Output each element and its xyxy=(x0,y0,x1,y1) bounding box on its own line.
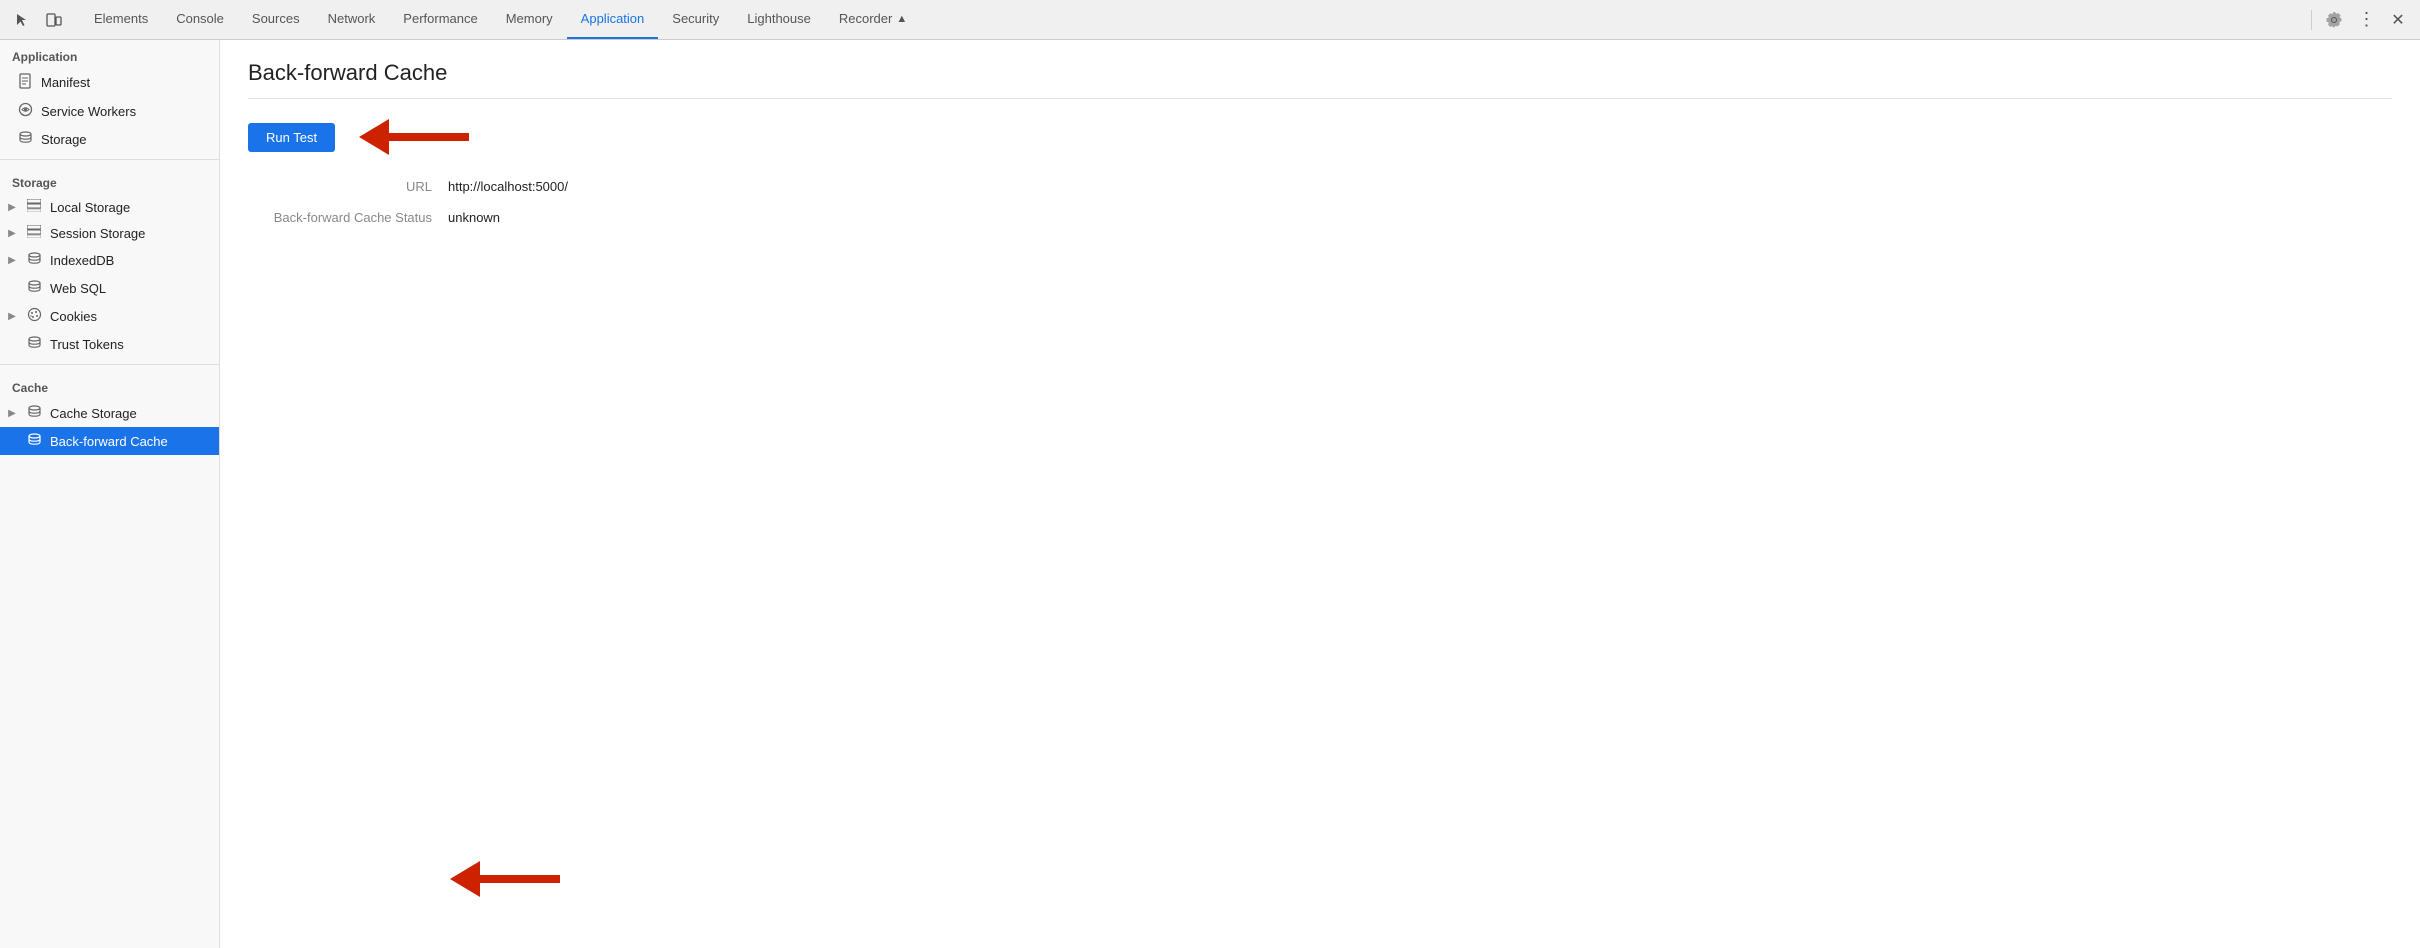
sidebar-item-indexeddb-label: IndexedDB xyxy=(50,253,114,268)
tab-memory[interactable]: Memory xyxy=(492,0,567,39)
ellipsis-icon: ⋮ xyxy=(2358,9,2375,30)
sidebar-item-indexeddb[interactable]: ▶ IndexedDB xyxy=(0,246,219,274)
sidebar-item-storage-app[interactable]: Storage xyxy=(0,125,219,153)
device-toolbar-button[interactable] xyxy=(40,6,68,34)
gear-icon xyxy=(2326,12,2342,28)
cache-storage-arrow: ▶ xyxy=(6,408,18,419)
sidebar-item-back-forward-cache[interactable]: ▶ Back-forward Cache xyxy=(0,427,219,455)
page-title: Back-forward Cache xyxy=(248,60,2392,86)
tab-elements[interactable]: Elements xyxy=(80,0,162,39)
local-storage-icon xyxy=(25,199,43,215)
sidebar: Application Manifest Service Workers Sto… xyxy=(0,40,220,948)
sidebar-section-application: Application xyxy=(0,40,219,68)
url-value: http://localhost:5000/ xyxy=(448,179,568,194)
back-forward-cache-arrow xyxy=(450,861,580,897)
close-button[interactable]: ✕ xyxy=(2384,6,2412,34)
trust-tokens-icon xyxy=(25,335,43,353)
tab-security[interactable]: Security xyxy=(658,0,733,39)
sidebar-item-trust-tokens[interactable]: ▶ Trust Tokens xyxy=(0,330,219,358)
cookies-icon xyxy=(25,307,43,325)
sidebar-item-session-storage[interactable]: ▶ Session Storage xyxy=(0,220,219,246)
status-row: Back-forward Cache Status unknown xyxy=(248,210,2392,225)
sidebar-item-web-sql-label: Web SQL xyxy=(50,281,106,296)
toolbar-divider xyxy=(2311,10,2312,30)
manifest-icon xyxy=(16,73,34,92)
status-value: unknown xyxy=(448,210,500,225)
device-icon xyxy=(46,12,62,28)
recorder-icon: ▲ xyxy=(896,13,907,25)
indexeddb-arrow: ▶ xyxy=(6,255,18,266)
sidebar-item-storage-label: Storage xyxy=(41,132,87,147)
session-storage-arrow: ▶ xyxy=(6,228,18,239)
settings-button[interactable] xyxy=(2320,6,2348,34)
tab-sources[interactable]: Sources xyxy=(238,0,314,39)
sidebar-item-service-workers-label: Service Workers xyxy=(41,104,136,119)
sidebar-item-local-storage[interactable]: ▶ Local Storage xyxy=(0,194,219,220)
sidebar-item-session-storage-label: Session Storage xyxy=(50,226,145,241)
sidebar-section-cache: Cache xyxy=(0,371,219,399)
toolbar-left-icons xyxy=(8,6,68,34)
run-test-row: Run Test xyxy=(248,119,2392,155)
sidebar-item-local-storage-label: Local Storage xyxy=(50,200,130,215)
cache-storage-icon xyxy=(25,404,43,422)
session-storage-icon xyxy=(25,225,43,241)
back-forward-cache-icon xyxy=(25,432,43,450)
service-workers-icon xyxy=(16,102,34,120)
local-storage-arrow: ▶ xyxy=(6,202,18,213)
tab-console[interactable]: Console xyxy=(162,0,238,39)
sidebar-item-trust-tokens-label: Trust Tokens xyxy=(50,337,124,352)
url-label: URL xyxy=(248,179,448,194)
tab-lighthouse[interactable]: Lighthouse xyxy=(733,0,825,39)
sidebar-item-cookies[interactable]: ▶ Cookies xyxy=(0,302,219,330)
bottom-arrow-container xyxy=(450,861,580,900)
web-sql-icon xyxy=(25,279,43,297)
tab-list: Elements Console Sources Network Perform… xyxy=(80,0,2299,39)
sidebar-item-service-workers[interactable]: Service Workers xyxy=(0,97,219,125)
sidebar-item-manifest[interactable]: Manifest xyxy=(0,68,219,97)
cursor-icon xyxy=(14,12,30,28)
url-row: URL http://localhost:5000/ xyxy=(248,179,2392,194)
main-layout: Application Manifest Service Workers Sto… xyxy=(0,40,2420,948)
tab-performance[interactable]: Performance xyxy=(389,0,491,39)
content-divider xyxy=(248,98,2392,99)
toolbar: Elements Console Sources Network Perform… xyxy=(0,0,2420,40)
tab-recorder[interactable]: Recorder ▲ xyxy=(825,0,921,39)
cursor-icon-button[interactable] xyxy=(8,6,36,34)
run-test-arrow xyxy=(359,119,489,155)
sidebar-item-manifest-label: Manifest xyxy=(41,75,90,90)
sidebar-section-storage: Storage xyxy=(0,166,219,194)
status-label: Back-forward Cache Status xyxy=(248,210,448,225)
tab-network[interactable]: Network xyxy=(314,0,390,39)
indexeddb-icon xyxy=(25,251,43,269)
sidebar-item-cache-storage-label: Cache Storage xyxy=(50,406,137,421)
content-inner: Back-forward Cache Run Test URL http://l… xyxy=(220,40,2420,261)
run-test-button[interactable]: Run Test xyxy=(248,123,335,152)
sidebar-item-cache-storage[interactable]: ▶ Cache Storage xyxy=(0,399,219,427)
sidebar-divider-1 xyxy=(0,159,219,160)
sidebar-item-web-sql[interactable]: ▶ Web SQL xyxy=(0,274,219,302)
sidebar-item-cookies-label: Cookies xyxy=(50,309,97,324)
tab-application[interactable]: Application xyxy=(567,0,659,39)
sidebar-item-back-forward-cache-label: Back-forward Cache xyxy=(50,434,168,449)
sidebar-divider-2 xyxy=(0,364,219,365)
close-icon: ✕ xyxy=(2391,10,2404,30)
storage-app-icon xyxy=(16,130,34,148)
toolbar-right: ⋮ ✕ xyxy=(2307,6,2412,34)
cookies-arrow: ▶ xyxy=(6,311,18,322)
more-options-button[interactable]: ⋮ xyxy=(2352,6,2380,34)
content-area: Back-forward Cache Run Test URL http://l… xyxy=(220,40,2420,948)
